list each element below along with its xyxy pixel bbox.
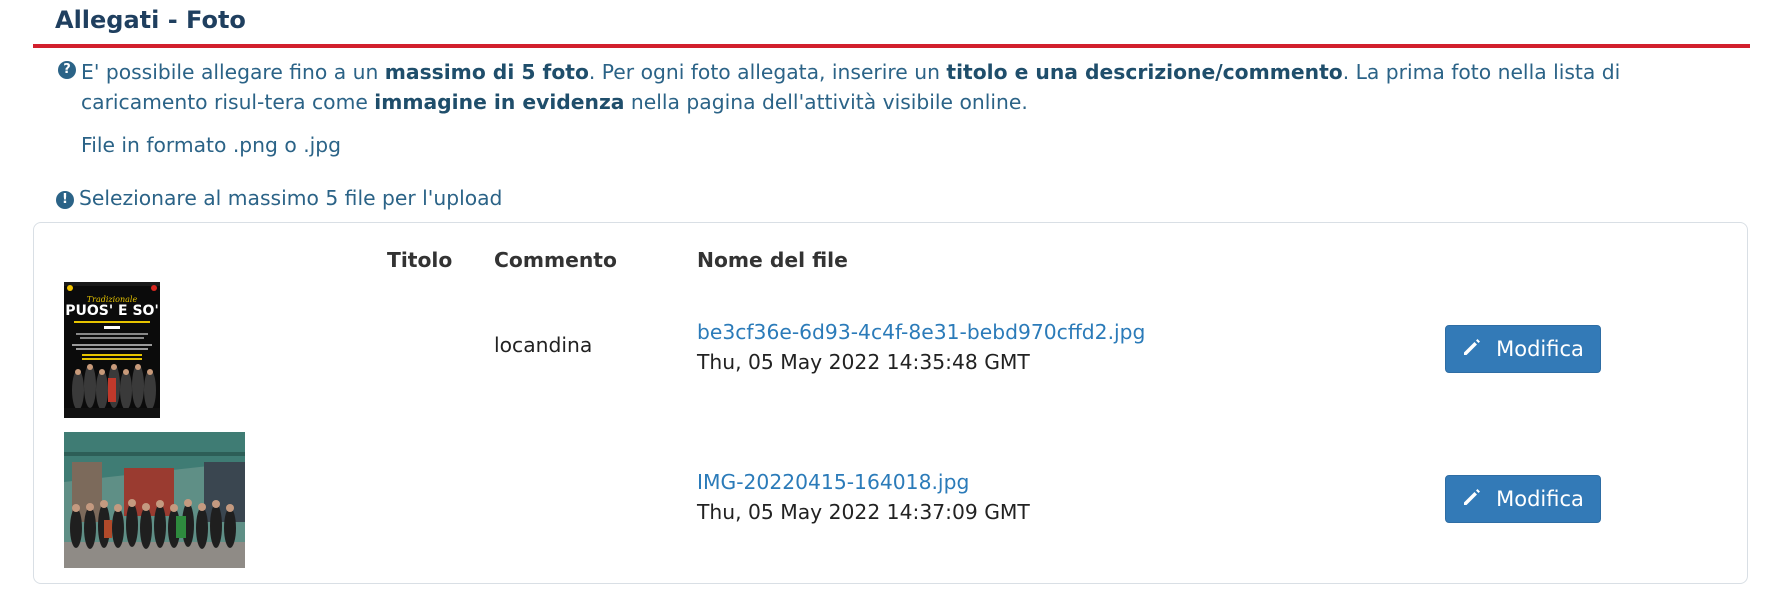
format-note: File in formato .png o .jpg: [81, 133, 342, 157]
row-2-edit-label: Modifica: [1496, 487, 1584, 511]
help-text-2: . Per ogni foto allegata, inserire un: [588, 60, 947, 84]
row-1-edit-label: Modifica: [1496, 337, 1584, 361]
row-1-filename-link[interactable]: be3cf36e-6d93-4c4f-8e31-bebd970cffd2.jpg: [697, 320, 1145, 344]
attachments-table: [33, 222, 1748, 584]
row-1-date: Thu, 05 May 2022 14:35:48 GMT: [697, 350, 1030, 374]
thumbnail-poster[interactable]: Tradizionale PUOS' E SO': [64, 282, 160, 418]
header-filename: Nome del file: [697, 248, 848, 272]
header-title: Titolo: [387, 248, 453, 272]
row-1-comment: locandina: [494, 333, 593, 357]
group-photo-image: [64, 432, 245, 568]
section-divider: [33, 44, 1750, 48]
row-1-edit-button[interactable]: Modifica: [1445, 325, 1601, 373]
poster-title: PUOS' E SO': [65, 303, 158, 319]
help-text-strong-3: immagine in evidenza: [374, 90, 625, 114]
upload-limit-note: Selezionare al massimo 5 file per l'uplo…: [79, 186, 503, 210]
row-2-edit-button[interactable]: Modifica: [1445, 475, 1601, 523]
row-2-date: Thu, 05 May 2022 14:37:09 GMT: [697, 500, 1030, 524]
help-text-4: nella pagina dell'attività visibile onli…: [624, 90, 1028, 114]
pencil-icon: [1462, 487, 1482, 512]
row-2-filename-link[interactable]: IMG-20220415-164018.jpg: [697, 470, 969, 494]
help-text: E' possibile allegare fino a un massimo …: [81, 57, 1731, 117]
poster-image: Tradizionale PUOS' E SO': [64, 282, 160, 418]
help-text-strong-2: titolo e una descrizione/commento: [946, 60, 1343, 84]
header-comment: Commento: [494, 248, 617, 272]
question-circle-icon: ?: [58, 61, 76, 79]
thumbnail-photo[interactable]: [64, 432, 245, 568]
section-title: Allegati - Foto: [55, 6, 246, 34]
help-text-1: E' possibile allegare fino a un: [81, 60, 385, 84]
pencil-icon: [1462, 337, 1482, 362]
help-text-strong-1: massimo di 5 foto: [384, 60, 589, 84]
exclamation-circle-icon: !: [56, 191, 74, 209]
